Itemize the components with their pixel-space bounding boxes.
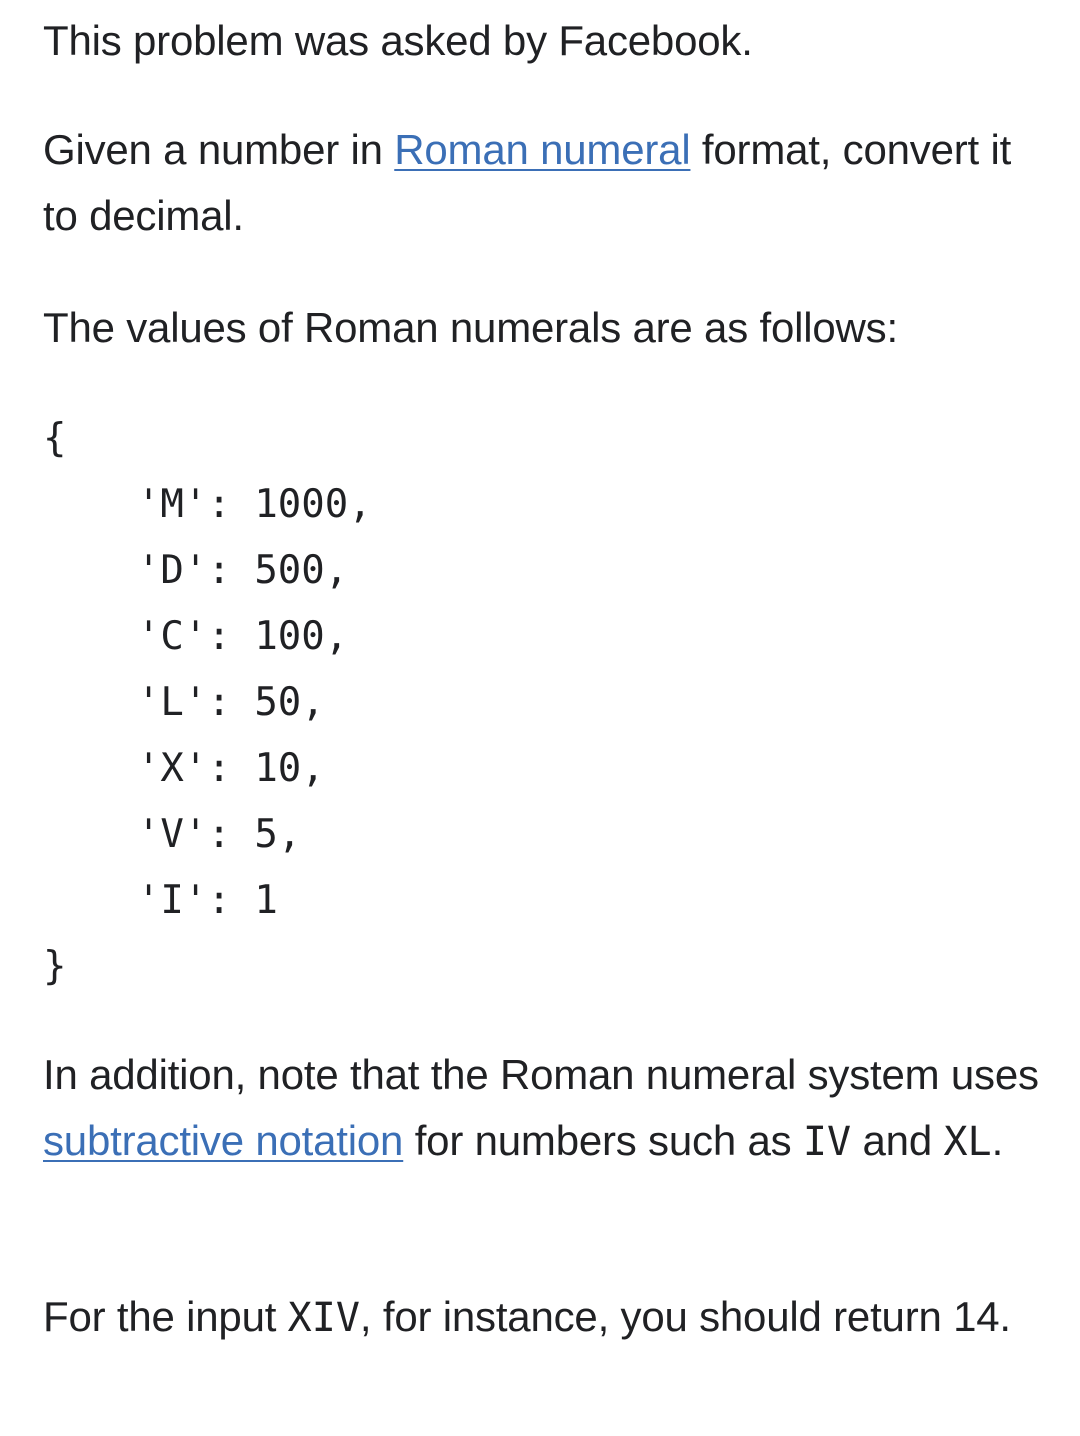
example-text-before: For the input [43, 1293, 288, 1340]
code-close-brace: } [43, 944, 67, 989]
addition-text-and: and [851, 1117, 944, 1164]
values-intro: The values of Roman numerals are as foll… [43, 304, 898, 351]
roman-values-code-block: { 'M': 1000, 'D': 500, 'C': 100, 'L': 50… [43, 406, 372, 1000]
inline-code-xiv: XIV [287, 1295, 360, 1341]
inline-code-xl: XL [943, 1119, 992, 1165]
code-line: 'C': 100, [43, 614, 349, 659]
addition-text-middle: for numbers such as [403, 1117, 803, 1164]
code-line: 'I': 1 [43, 878, 278, 923]
addition-text-before: In addition, note that the Roman numeral… [43, 1051, 1039, 1098]
code-open-brace: { [43, 416, 67, 461]
subtractive-note-paragraph: In addition, note that the Roman numeral… [43, 1042, 1043, 1175]
example-paragraph: For the input XIV, for instance, you sho… [43, 1284, 1011, 1351]
roman-numeral-link[interactable]: Roman numeral [394, 126, 690, 173]
code-line: 'X': 10, [43, 746, 325, 791]
code-line: 'V': 5, [43, 812, 302, 857]
code-line: 'L': 50, [43, 680, 325, 725]
code-line: 'M': 1000, [43, 482, 372, 527]
intro-paragraph: This problem was asked by Facebook. [43, 17, 753, 64]
example-text-after: , for instance, you should return 14. [359, 1293, 1011, 1340]
inline-code-iv: IV [802, 1119, 852, 1165]
given-text-before: Given a number in [43, 126, 395, 173]
problem-statement: Given a number in Roman numeral format, … [43, 117, 1043, 249]
subtractive-notation-link[interactable]: subtractive notation [43, 1117, 403, 1164]
code-line: 'D': 500, [43, 548, 349, 593]
addition-text-end: . [991, 1117, 1004, 1164]
